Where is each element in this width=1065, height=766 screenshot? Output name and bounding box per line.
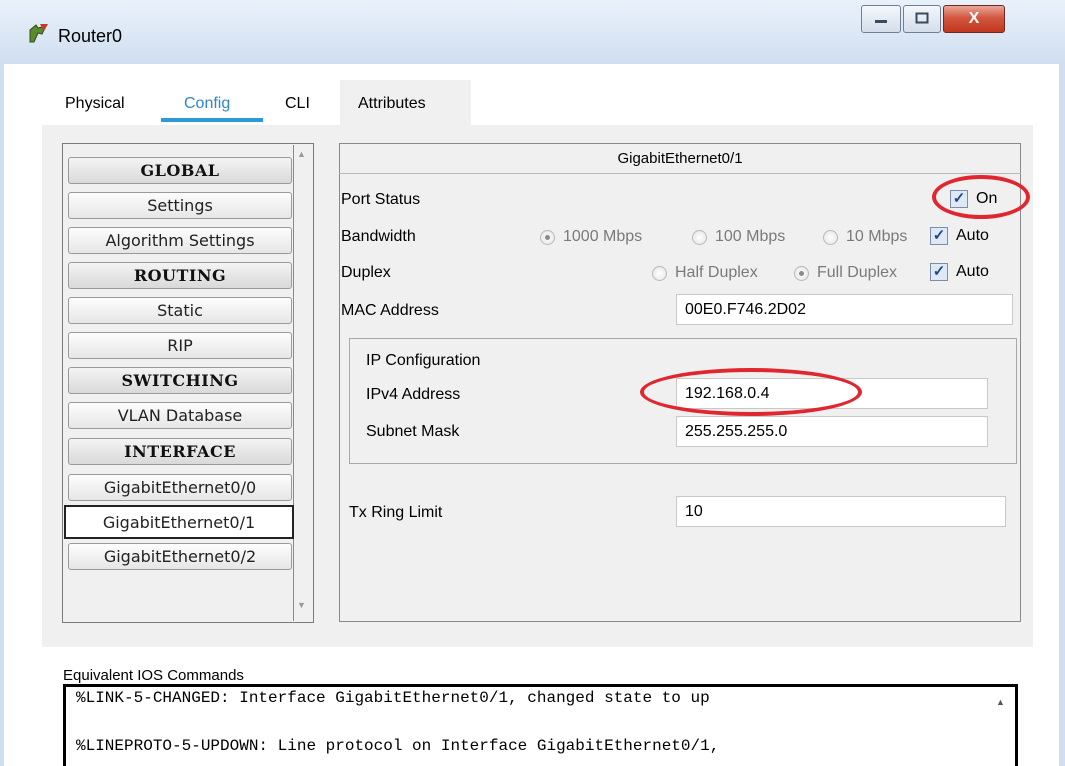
bandwidth-100-radio[interactable]: 100 Mbps — [692, 228, 785, 246]
port-status-label: Port Status — [341, 191, 421, 208]
bandwidth-1000-label: 1000 Mbps — [563, 228, 643, 245]
ios-commands-label: Equivalent IOS Commands — [63, 667, 244, 684]
tx-ring-limit-field[interactable]: 10 — [676, 496, 1006, 527]
duplex-auto-checkbox[interactable]: ✓ Auto — [930, 263, 989, 281]
sidebar-header-interface[interactable]: INTERFACE — [68, 438, 292, 465]
interface-panel-title: GigabitEthernet0/1 — [617, 150, 743, 167]
bandwidth-auto-checkbox[interactable]: ✓ Auto — [930, 227, 989, 245]
duplex-label: Duplex — [341, 264, 391, 281]
bandwidth-label: Bandwidth — [341, 228, 416, 245]
window-title: Router0 — [58, 26, 123, 46]
bandwidth-1000-radio[interactable]: 1000 Mbps — [540, 228, 642, 246]
duplex-full-radio[interactable]: Full Duplex — [794, 264, 897, 282]
sidebar-header-global[interactable]: GLOBAL — [68, 157, 292, 184]
bandwidth-10-label: 10 Mbps — [846, 228, 908, 245]
mac-address-field[interactable]: 00E0.F746.2D02 — [676, 294, 1013, 325]
title-bar: Router0 X — [0, 0, 1065, 64]
sidebar-item-rip[interactable]: RIP — [68, 332, 292, 359]
tab-attributes[interactable]: Attributes — [358, 95, 426, 113]
subnet-mask-label: Subnet Mask — [366, 423, 460, 440]
maximize-icon — [915, 11, 929, 27]
sidebar-scrollbar[interactable]: ▲ ▼ — [294, 145, 312, 621]
ip-configuration-heading: IP Configuration — [366, 352, 481, 369]
maximize-button[interactable] — [903, 5, 941, 33]
sidebar-item-settings[interactable]: Settings — [68, 192, 292, 219]
mac-address-label: MAC Address — [341, 302, 439, 319]
radio-icon — [823, 229, 838, 245]
close-button[interactable]: X — [943, 5, 1005, 33]
sidebar-item-gigabitethernet0-2[interactable]: GigabitEthernet0/2 — [68, 543, 292, 570]
duplex-half-radio[interactable]: Half Duplex — [652, 264, 758, 282]
panel-title-divider — [339, 173, 1021, 174]
ios-line: %LINK-5-CHANGED: Interface GigabitEthern… — [76, 689, 710, 707]
radio-icon — [652, 265, 667, 281]
tx-ring-limit-label: Tx Ring Limit — [349, 504, 443, 521]
tab-cli[interactable]: CLI — [285, 95, 310, 113]
scroll-up-arrow-icon[interactable]: ▲ — [297, 149, 306, 159]
bandwidth-auto-label: Auto — [956, 227, 989, 244]
bandwidth-100-label: 100 Mbps — [715, 228, 786, 245]
active-tab-indicator — [161, 118, 263, 122]
sidebar-header-routing[interactable]: ROUTING — [68, 262, 292, 289]
window-frame-right — [1059, 64, 1065, 766]
check-icon: ✓ — [930, 263, 948, 281]
ipv4-highlight-oval — [640, 368, 862, 416]
check-icon: ✓ — [930, 227, 948, 245]
duplex-auto-label: Auto — [956, 263, 989, 280]
subnet-mask-field[interactable]: 255.255.255.0 — [676, 416, 988, 447]
tab-physical[interactable]: Physical — [65, 95, 125, 113]
router-app-icon — [29, 24, 48, 43]
radio-icon — [692, 229, 707, 245]
duplex-full-label: Full Duplex — [817, 264, 898, 281]
ios-line: %LINEPROTO-5-UPDOWN: Line protocol on In… — [76, 737, 720, 755]
duplex-half-label: Half Duplex — [675, 264, 758, 281]
sidebar-header-switching[interactable]: SWITCHING — [68, 367, 292, 394]
minimize-icon — [874, 11, 888, 27]
scroll-down-arrow-icon[interactable]: ▼ — [297, 600, 306, 610]
ios-scroll-up-arrow-icon[interactable]: ▲ — [996, 697, 1005, 707]
ios-commands-console[interactable]: %LINK-5-CHANGED: Interface GigabitEthern… — [63, 684, 1018, 766]
port-status-highlight-oval — [932, 175, 1030, 219]
radio-icon — [540, 229, 555, 245]
sidebar-item-gigabitethernet0-1[interactable]: GigabitEthernet0/1 — [64, 505, 294, 539]
sidebar-item-gigabitethernet0-0[interactable]: GigabitEthernet0/0 — [68, 474, 292, 501]
bandwidth-10-radio[interactable]: 10 Mbps — [823, 228, 907, 246]
ipv4-address-label: IPv4 Address — [366, 386, 461, 403]
tab-config[interactable]: Config — [184, 95, 230, 113]
radio-icon — [794, 265, 809, 281]
sidebar-item-static[interactable]: Static — [68, 297, 292, 324]
sidebar-item-vlan-database[interactable]: VLAN Database — [68, 402, 292, 429]
sidebar-item-algorithm-settings[interactable]: Algorithm Settings — [68, 227, 292, 254]
minimize-button[interactable] — [861, 5, 901, 33]
close-icon: X — [968, 10, 980, 27]
